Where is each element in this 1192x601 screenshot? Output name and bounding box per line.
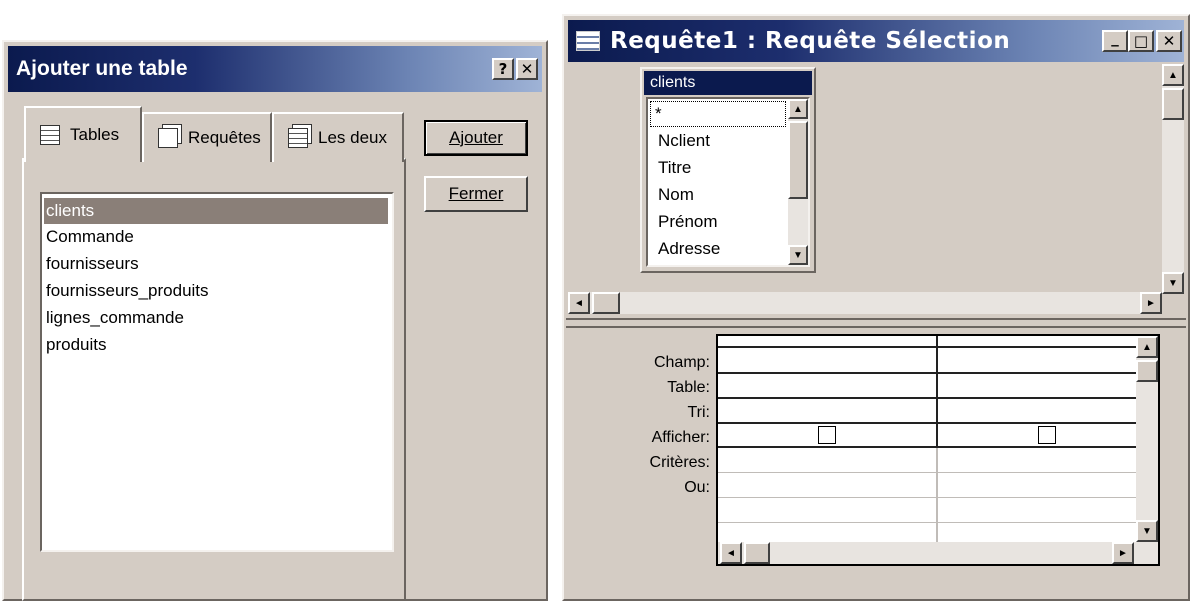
list-item[interactable]: Commande — [44, 224, 134, 250]
grid-hscroll[interactable] — [718, 542, 1158, 564]
add-table-dialog: Ajouter une table ? ✕ Tables Requêtes Le… — [2, 40, 548, 601]
field-item[interactable]: Adresse — [658, 235, 720, 262]
help-icon: ? — [498, 60, 508, 78]
table-pane: clients * Nclient Titre Nom Prénom Adres… — [566, 64, 1186, 314]
field-list-box[interactable]: clients * Nclient Titre Nom Prénom Adres… — [640, 67, 816, 273]
show-checkbox-col2[interactable] — [1038, 426, 1056, 444]
tab-les-deux-label: Les deux — [318, 128, 387, 147]
dialog-title: Ajouter une table — [16, 57, 188, 80]
scroll-up-button[interactable]: ▲ — [788, 99, 808, 119]
grid-row-line — [718, 346, 1158, 348]
field-item[interactable]: Titre — [658, 154, 691, 181]
query-title: Requête1 : Requête Sélection — [610, 28, 1011, 54]
maximize-icon: □ — [1133, 32, 1149, 50]
tab-les-deux[interactable]: Les deux — [272, 112, 404, 162]
query-window-icon — [576, 31, 600, 51]
dialog-close-button[interactable]: ✕ — [516, 58, 538, 80]
scroll-down-button[interactable]: ▼ — [1162, 272, 1184, 294]
grid-row-line — [718, 422, 1158, 424]
scroll-thumb[interactable] — [1136, 360, 1158, 382]
grid-row-line — [718, 397, 1158, 399]
grid-row-line — [718, 446, 1158, 448]
both-icon — [288, 128, 308, 148]
minimize-button[interactable]: _ — [1102, 29, 1128, 52]
field-item-all[interactable]: * — [650, 101, 786, 127]
query-window: Requête1 : Requête Sélection _ □ ✕ clien… — [562, 14, 1190, 601]
show-checkbox-col1[interactable] — [818, 426, 836, 444]
field-item[interactable]: Nom — [658, 181, 694, 208]
scroll-thumb[interactable] — [788, 121, 808, 199]
row-label-champ: Champ: — [653, 354, 710, 371]
tab-tables[interactable]: Tables — [24, 106, 142, 162]
close-dialog-button[interactable]: Fermer — [424, 176, 528, 212]
table-icon — [40, 125, 60, 145]
maximize-button[interactable]: □ — [1128, 30, 1154, 52]
minimize-icon: _ — [1111, 29, 1119, 47]
row-label-afficher: Afficher: — [651, 429, 710, 446]
row-label-criteres: Critères: — [649, 454, 710, 471]
tab-requetes[interactable]: Requêtes — [142, 112, 272, 162]
table-list[interactable]: clients Commande fournisseurs fournisseu… — [40, 192, 394, 552]
field-list-title: clients — [650, 74, 696, 91]
table-pane-hscroll[interactable] — [568, 292, 1160, 314]
scroll-down-button[interactable]: ▼ — [1136, 520, 1158, 542]
list-item[interactable]: produits — [44, 332, 106, 358]
query-icon — [158, 128, 178, 148]
list-item[interactable]: fournisseurs_produits — [44, 278, 209, 304]
close-icon: ✕ — [520, 60, 534, 78]
scroll-left-button[interactable]: ◄ — [568, 292, 590, 314]
grid-row-line — [718, 472, 1158, 473]
scroll-left-button[interactable]: ◄ — [720, 542, 742, 564]
scroll-right-button[interactable]: ► — [1112, 542, 1134, 564]
grid-row-line — [718, 372, 1158, 374]
scroll-down-button[interactable]: ▼ — [788, 245, 808, 265]
scroll-thumb[interactable] — [1162, 88, 1184, 120]
dialog-titlebar: Ajouter une table ? ✕ — [8, 46, 542, 92]
list-item[interactable]: fournisseurs — [44, 251, 139, 277]
field-item[interactable]: Prénom — [658, 208, 718, 235]
scroll-thumb[interactable] — [744, 542, 770, 564]
tab-requetes-label: Requêtes — [188, 128, 261, 147]
row-label-ou: Ou: — [684, 479, 710, 496]
add-button[interactable]: Ajouter — [424, 120, 528, 156]
row-label-tri: Tri: — [687, 404, 710, 421]
help-button[interactable]: ? — [492, 58, 514, 80]
design-grid[interactable]: ▲ ▼ ◄ ► — [716, 334, 1160, 566]
pane-splitter[interactable] — [566, 318, 1186, 328]
scroll-right-button[interactable]: ► — [1140, 292, 1162, 314]
design-grid-pane: Champ: Table: Tri: Afficher: Critères: O… — [566, 332, 1186, 596]
list-item[interactable]: lignes_commande — [44, 305, 184, 331]
query-titlebar: Requête1 : Requête Sélection _ □ ✕ — [568, 20, 1184, 62]
query-close-button[interactable]: ✕ — [1156, 30, 1182, 52]
list-item[interactable]: clients — [44, 198, 388, 224]
scroll-up-button[interactable]: ▲ — [1162, 64, 1184, 86]
field-list[interactable]: * Nclient Titre Nom Prénom Adresse ▲ ▼ — [646, 97, 810, 267]
scroll-thumb[interactable] — [592, 292, 620, 314]
scroll-up-button[interactable]: ▲ — [1136, 336, 1158, 358]
field-list-header: clients — [644, 71, 812, 95]
row-labels: Champ: Table: Tri: Afficher: Critères: O… — [566, 332, 710, 572]
grid-row-line — [718, 522, 1158, 523]
close-icon: ✕ — [1162, 32, 1176, 50]
grid-column-divider — [936, 336, 938, 448]
tab-tables-label: Tables — [70, 125, 120, 144]
grid-row-line — [718, 497, 1158, 498]
row-label-table: Table: — [667, 379, 710, 396]
field-item[interactable]: Nclient — [658, 127, 710, 154]
